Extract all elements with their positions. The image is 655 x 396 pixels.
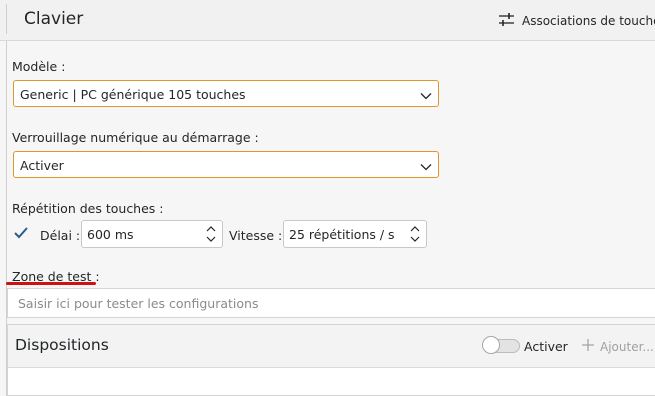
model-combobox[interactable]: Generic | PC générique 105 touches: [13, 80, 439, 107]
add-layout-label: Ajouter...: [600, 339, 654, 354]
delay-value: 600 ms: [87, 227, 134, 242]
speed-label: Vitesse :: [229, 228, 283, 243]
repeat-label: Répétition des touches :: [12, 201, 164, 216]
layouts-title: Dispositions: [15, 336, 109, 354]
add-layout-button[interactable]: Ajouter...: [581, 338, 654, 355]
delay-label: Délai :: [40, 228, 81, 243]
speed-spinbox[interactable]: 25 répétitions / s: [283, 220, 427, 248]
speed-value: 25 répétitions / s: [289, 227, 395, 242]
test-zone-field[interactable]: [7, 288, 655, 318]
numlock-combobox[interactable]: Activer: [13, 151, 439, 178]
numlock-value: Activer: [20, 158, 64, 173]
checkmark-icon: [12, 227, 30, 246]
page-title: Clavier: [24, 9, 84, 29]
layouts-toggle-switch[interactable]: [482, 336, 520, 354]
plus-icon: [581, 338, 595, 355]
delay-spinbox[interactable]: 600 ms: [81, 220, 223, 248]
chevron-down-icon: [420, 160, 432, 175]
numlock-label: Verrouillage numérique au démarrage :: [12, 130, 259, 145]
header-bar: Clavier Associations de touches: [0, 0, 655, 41]
toggle-knob: [482, 336, 500, 354]
model-label: Modèle :: [12, 59, 66, 74]
test-zone-input[interactable]: [8, 289, 655, 317]
model-value: Generic | PC générique 105 touches: [20, 87, 246, 102]
layouts-toggle-label: Activer: [524, 339, 568, 354]
chevron-down-icon: [420, 89, 432, 104]
keyboard-settings-panel: Modèle : Generic | PC générique 105 touc…: [0, 41, 655, 396]
layouts-toolbar: Dispositions Activer Ajouter...: [8, 325, 655, 368]
key-bindings-label: Associations de touches: [522, 14, 655, 28]
spin-arrows-icon[interactable]: [409, 224, 421, 244]
repeat-checkbox[interactable]: [12, 224, 30, 242]
layouts-panel: Dispositions Activer Ajouter...: [7, 324, 655, 396]
spin-arrows-icon[interactable]: [205, 224, 217, 244]
key-bindings-button[interactable]: Associations de touches: [498, 12, 655, 30]
sliders-icon: [498, 12, 515, 30]
annotation-underline: [6, 282, 96, 285]
left-edge-divider: [6, 4, 7, 34]
